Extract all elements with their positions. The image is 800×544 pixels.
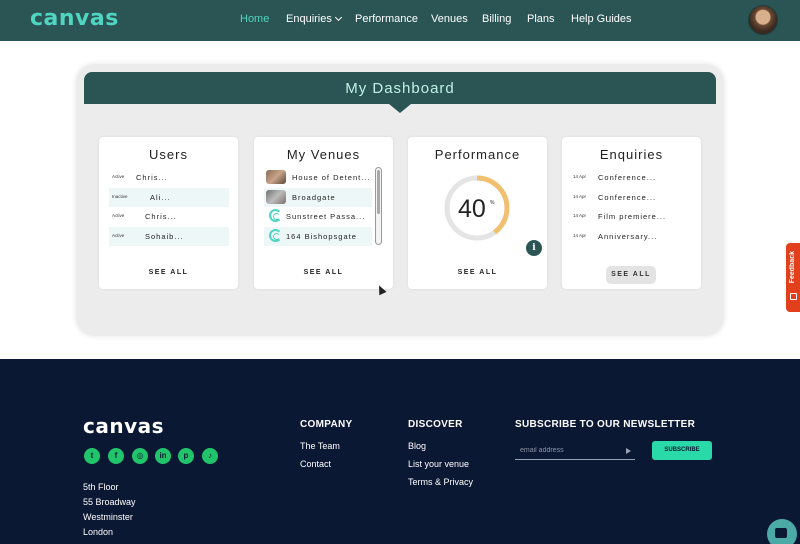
venue-row[interactable]: House of Detent... bbox=[264, 168, 372, 187]
footer-link-contact[interactable]: Contact bbox=[300, 459, 331, 469]
feedback-tab[interactable]: Feedback bbox=[786, 243, 800, 312]
enquiry-row[interactable]: 14 Apr Conference... bbox=[572, 168, 692, 187]
users-card-title: Users bbox=[149, 147, 188, 162]
venue-row[interactable]: Broadgate bbox=[264, 188, 372, 207]
top-nav-bar: canvas Home Enquiries Performance Venues… bbox=[0, 0, 800, 41]
nav-enquiries[interactable]: Enquiries bbox=[286, 13, 342, 25]
venue-row[interactable]: Sunstreet Passa... bbox=[264, 207, 372, 226]
nav-enquiries-label: Enquiries bbox=[286, 13, 332, 25]
user-row[interactable]: Active Sohaib... bbox=[109, 227, 229, 246]
user-row[interactable]: Active Chris... bbox=[109, 168, 229, 187]
venue-row[interactable]: 164 Bishopsgate bbox=[264, 227, 372, 246]
performance-card: Performance 40 % i SEE ALL bbox=[408, 137, 547, 289]
user-name: Ali... bbox=[150, 193, 171, 202]
nav-help-guides[interactable]: Help Guides bbox=[571, 13, 632, 25]
subscribe-button[interactable]: SUBSCRIBE bbox=[652, 441, 712, 460]
footer-link-the-team[interactable]: The Team bbox=[300, 441, 340, 451]
chat-icon bbox=[775, 528, 787, 538]
user-name: Sohaib... bbox=[145, 232, 184, 241]
venue-name: Sunstreet Passa... bbox=[286, 212, 366, 221]
info-icon[interactable]: i bbox=[526, 240, 542, 256]
user-name: Chris... bbox=[136, 173, 168, 182]
tiktok-icon[interactable]: ♪ bbox=[202, 448, 218, 464]
newsletter-heading: SUBSCRIBE TO OUR NEWSLETTER bbox=[515, 419, 696, 430]
footer-link-list-venue[interactable]: List your venue bbox=[408, 459, 469, 469]
performance-value: 40 bbox=[458, 195, 486, 223]
nav-venues[interactable]: Venues bbox=[431, 13, 468, 25]
user-avatar[interactable] bbox=[748, 5, 778, 35]
banner-pointer bbox=[389, 104, 411, 113]
address-line: Westminster bbox=[83, 512, 133, 522]
send-icon bbox=[626, 448, 631, 454]
enquiry-name: Conference... bbox=[598, 173, 657, 182]
nav-performance[interactable]: Performance bbox=[355, 13, 418, 25]
enquiry-row[interactable]: 14 Apr Anniversary... bbox=[572, 227, 692, 246]
user-row[interactable]: Inactive Ali... bbox=[109, 188, 229, 207]
venues-card: My Venues House of Detent... Broadgate S… bbox=[254, 137, 393, 289]
venues-scrollbar[interactable] bbox=[375, 167, 382, 245]
venues-see-all-link[interactable]: SEE ALL bbox=[254, 269, 393, 276]
user-status: Active bbox=[112, 233, 125, 238]
facebook-icon[interactable]: f bbox=[108, 448, 124, 464]
venue-name: 164 Bishopsgate bbox=[286, 232, 357, 241]
footer-link-blog[interactable]: Blog bbox=[408, 441, 426, 451]
pinterest-icon[interactable]: p bbox=[178, 448, 194, 464]
canvas-c-icon bbox=[269, 209, 282, 222]
feedback-label: Feedback bbox=[789, 251, 796, 284]
enquiry-name: Conference... bbox=[598, 193, 657, 202]
enquiry-date: 14 Apr bbox=[573, 194, 587, 199]
canvas-logo[interactable]: canvas bbox=[30, 6, 119, 31]
linkedin-icon[interactable]: in bbox=[155, 448, 171, 464]
twitter-icon[interactable]: t bbox=[84, 448, 100, 464]
performance-see-all-link[interactable]: SEE ALL bbox=[408, 269, 547, 276]
nav-plans[interactable]: Plans bbox=[527, 13, 555, 25]
enquiries-see-all-button[interactable]: SEE ALL bbox=[606, 266, 656, 284]
users-card: Users Active Chris... Inactive Ali... Ac… bbox=[99, 137, 238, 289]
venue-photo-icon bbox=[266, 190, 286, 204]
chevron-down-icon bbox=[334, 13, 342, 22]
enquiry-name: Anniversary... bbox=[598, 232, 658, 241]
nav-billing[interactable]: Billing bbox=[482, 13, 511, 25]
user-row[interactable]: Active Chris... bbox=[109, 207, 229, 226]
address-line: 55 Broadway bbox=[83, 497, 136, 507]
users-see-all-link[interactable]: SEE ALL bbox=[99, 269, 238, 276]
enquiry-name: Film premiere... bbox=[598, 212, 667, 221]
performance-card-title: Performance bbox=[434, 147, 521, 162]
enquiries-card: Enquiries 14 Apr Conference... 14 Apr Co… bbox=[562, 137, 701, 289]
dashboard-title: My Dashboard bbox=[345, 80, 455, 97]
user-status: Active bbox=[112, 213, 125, 218]
enquiry-row[interactable]: 14 Apr Conference... bbox=[572, 188, 692, 207]
venue-name: House of Detent... bbox=[292, 173, 371, 182]
performance-unit: % bbox=[490, 200, 495, 206]
venues-card-title: My Venues bbox=[286, 147, 361, 162]
enquiry-date: 14 Apr bbox=[573, 233, 587, 238]
footer-link-terms[interactable]: Terms & Privacy bbox=[408, 477, 473, 487]
site-footer: canvas t f ◎ in p ♪ 5th Floor 55 Broadwa… bbox=[0, 359, 800, 544]
feedback-icon bbox=[790, 293, 797, 300]
enquiries-card-title: Enquiries bbox=[599, 147, 664, 162]
nav-home[interactable]: Home bbox=[240, 13, 269, 25]
enquiry-row[interactable]: 14 Apr Film premiere... bbox=[572, 207, 692, 226]
enquiry-date: 14 Apr bbox=[573, 213, 587, 218]
user-status: Active bbox=[112, 174, 125, 179]
dashboard-banner: My Dashboard bbox=[84, 72, 716, 104]
scrollbar-thumb[interactable] bbox=[377, 170, 380, 214]
venue-photo-icon bbox=[266, 170, 286, 184]
footer-logo[interactable]: canvas bbox=[83, 414, 164, 438]
venue-name: Broadgate bbox=[292, 193, 336, 202]
address-line: London bbox=[83, 527, 114, 537]
chat-widget-button[interactable] bbox=[767, 519, 797, 544]
newsletter-email-input[interactable] bbox=[515, 442, 635, 460]
user-status: Inactive bbox=[112, 194, 128, 199]
company-heading: COMPANY bbox=[300, 419, 353, 430]
discover-heading: DISCOVER bbox=[408, 419, 463, 430]
canvas-c-icon bbox=[269, 229, 282, 242]
address-line: 5th Floor bbox=[83, 482, 119, 492]
instagram-icon[interactable]: ◎ bbox=[132, 448, 148, 464]
enquiry-date: 14 Apr bbox=[573, 174, 587, 179]
user-name: Chris... bbox=[145, 212, 177, 221]
